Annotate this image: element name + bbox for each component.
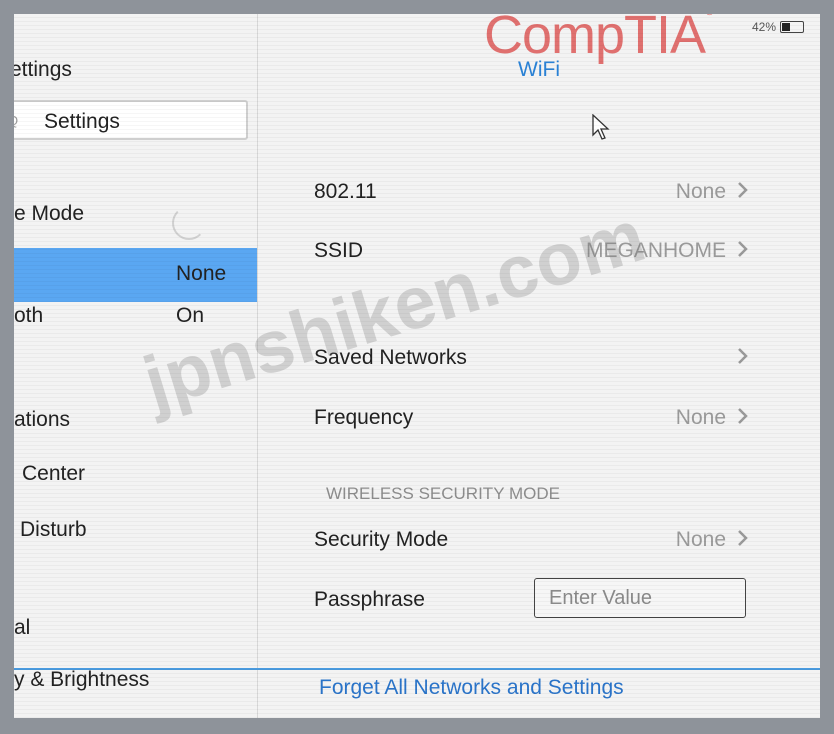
chevron-right-icon [738, 530, 748, 546]
sidebar-item-label: oth [14, 304, 44, 327]
section-header-security: WIRELESS SECURITY MODE [326, 484, 560, 503]
sidebar-item-label: ations [14, 408, 71, 431]
row-label: 802.11 [314, 180, 377, 203]
sidebar-title: ettings [14, 58, 72, 81]
row-saved-networks[interactable]: Saved Networks [314, 334, 754, 382]
sidebar-item-label: e Mode [14, 202, 85, 225]
chevron-right-icon [738, 182, 748, 198]
battery-icon [780, 21, 804, 33]
row-value: None [675, 528, 726, 551]
row-802-11[interactable]: 802.11 None [314, 168, 754, 216]
passphrase-label: Passphrase [314, 588, 425, 611]
sidebar-item-display-brightness[interactable]: y & Brightness [14, 654, 257, 708]
sidebar-item-bluetooth[interactable]: oth On [14, 290, 257, 344]
sidebar-item-do-not-disturb[interactable]: Disturb [14, 504, 257, 558]
footer-divider [14, 668, 820, 670]
chevron-right-icon [738, 348, 748, 364]
status-bar: 42% [752, 20, 804, 34]
row-label: Saved Networks [314, 346, 467, 369]
row-ssid[interactable]: SSID MEGANHOME [314, 227, 754, 275]
sidebar-item-label: Center [22, 462, 86, 485]
chevron-right-icon [738, 241, 748, 257]
row-label: Security Mode [314, 528, 449, 551]
sidebar-item-general[interactable]: al [14, 602, 257, 656]
pane-divider [257, 14, 258, 718]
sidebar-item-label: al [14, 616, 31, 639]
chevron-right-icon [738, 408, 748, 424]
sidebar-item-label: y & Brightness [14, 668, 150, 691]
passphrase-input[interactable] [534, 578, 746, 618]
page-title: WiFi [518, 58, 560, 81]
forget-networks-link[interactable]: Forget All Networks and Settings [319, 676, 624, 700]
row-frequency[interactable]: Frequency None [314, 394, 754, 442]
battery-percent: 42% [751, 20, 776, 34]
sidebar-item-value: On [176, 304, 205, 327]
row-label: Frequency [314, 406, 414, 429]
search-field[interactable]: Q Settings [14, 100, 248, 140]
sidebar-item-value: None [176, 262, 227, 285]
row-value: MEGANHOME [585, 239, 726, 262]
search-label: Settings [44, 110, 120, 133]
mouse-cursor-icon [592, 114, 610, 140]
row-security-mode[interactable]: Security Mode None [314, 516, 754, 564]
row-value: None [675, 180, 726, 203]
sidebar-item-control-center[interactable]: Center [14, 448, 257, 502]
sidebar-item-airplane-mode[interactable]: e Mode [14, 188, 257, 242]
search-icon: Q [14, 113, 18, 128]
sidebar-item-label: Disturb [20, 518, 87, 541]
row-label: SSID [314, 239, 364, 262]
row-value: None [675, 406, 726, 429]
sidebar-item-notifications[interactable]: ations [14, 394, 257, 448]
settings-window: 42% CompTIA® ettings Q Settings e Mode N… [14, 14, 820, 718]
